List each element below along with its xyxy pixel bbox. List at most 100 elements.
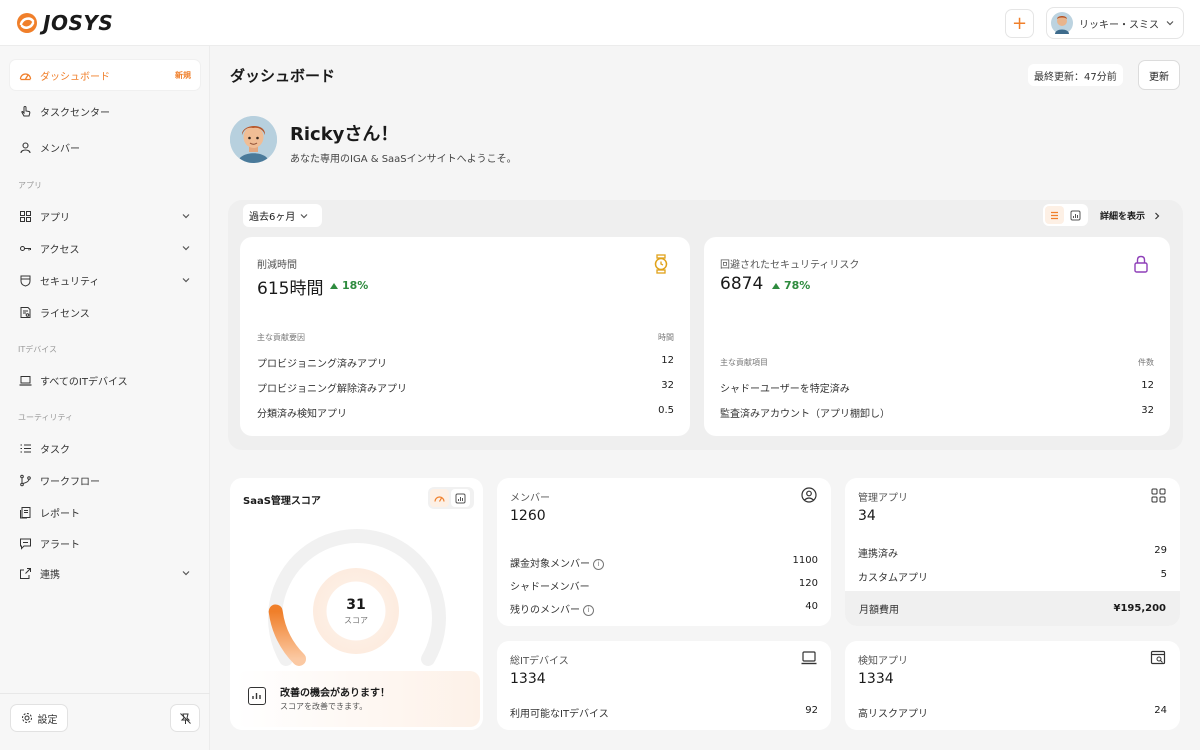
detected-apps-card[interactable]: 検知アプリ 1334 高リスクアプリ 24 (845, 641, 1180, 730)
members-card[interactable]: メンバー 1260 課金対象メンバー i 1100 シャドーメンバー 120 残り… (497, 478, 831, 626)
info-icon[interactable]: i (593, 558, 604, 570)
period-value: 過去6ヶ月 (249, 212, 296, 223)
key-icon (20, 245, 31, 251)
column-header: 時間 (658, 333, 674, 342)
time-saved-delta: 18% (330, 279, 368, 292)
column-header: 件数 (1138, 358, 1154, 367)
chevron-down-icon (300, 213, 308, 218)
card-label: 検知アプリ (858, 656, 908, 667)
row-label: シャドーユーザーを特定済み (720, 384, 850, 395)
sidebar-item-label: アクセス (40, 244, 80, 256)
row-value: 1100 (792, 555, 818, 566)
improvement-banner[interactable]: 改善の機会があります！ スコアを改善できます。 (236, 671, 480, 727)
sidebar-item-workflow[interactable]: ワークフロー (10, 465, 200, 495)
row-label: カスタムアプリ (858, 573, 928, 584)
score-title: SaaS管理スコア (243, 496, 321, 507)
sidebar-item-report[interactable]: レポート (10, 497, 200, 527)
delta-value: 78% (784, 279, 811, 292)
sidebar-item-tasks[interactable]: タスク (10, 433, 200, 463)
sidebar-item-license[interactable]: ライセンス (10, 297, 200, 327)
sidebar-item-label: レポート (40, 508, 80, 520)
column-header: 主な貢献要因 (257, 333, 305, 342)
table-header: 主な貢献項目 件数 (720, 357, 1154, 368)
josys-logo[interactable]: JOSYS (16, 11, 113, 35)
row-value: 24 (1154, 705, 1167, 716)
managed-apps-value: 34 (858, 508, 876, 524)
period-dropdown[interactable]: 過去6ヶ月 (243, 204, 322, 227)
top-bar: JOSYS + リッキー・スミス (0, 0, 1200, 46)
list-item: 監査済みアカウント（アプリ棚卸し） 32 (720, 405, 1154, 420)
greeting-avatar (230, 116, 277, 163)
chart-view-toggle[interactable] (451, 489, 470, 507)
greeting-title: Rickyさん！ (290, 124, 399, 145)
score-view-toggle (428, 487, 474, 509)
monthly-cost-label: 月額費用 (859, 605, 899, 616)
row-label: 監査済みアカウント（アプリ棚卸し） (720, 409, 890, 420)
section-label-apps: アプリ (18, 181, 42, 190)
laptop-icon (19, 375, 32, 386)
list-view-toggle[interactable] (1045, 206, 1064, 224)
list-icon (20, 444, 31, 452)
person-icon (20, 141, 31, 153)
user-name: リッキー・スミス (1079, 19, 1159, 31)
sidebar-item-members[interactable]: メンバー (10, 132, 200, 162)
row-label: 分類済み検知アプリ (257, 409, 347, 420)
column-header: 主な貢献項目 (720, 358, 768, 367)
grid-icon (20, 210, 31, 222)
user-menu-button[interactable]: リッキー・スミス (1046, 7, 1184, 39)
row-value: 12 (661, 355, 674, 366)
row-label: 連携済み (858, 549, 898, 560)
list-item: シャドーユーザーを特定済み 12 (720, 380, 1154, 395)
score-label: スコア (344, 615, 368, 625)
settings-button[interactable]: 設定 (10, 704, 68, 732)
show-details-link[interactable]: 詳細を表示 (1100, 209, 1161, 222)
grid-icon (1151, 488, 1166, 503)
add-button[interactable]: + (1005, 9, 1034, 38)
sidebar-item-integration[interactable]: 連携 (10, 558, 200, 588)
sidebar-item-label: タスクセンター (40, 107, 110, 119)
sidebar-item-apps[interactable]: アプリ (10, 201, 200, 231)
gauge-view-toggle[interactable] (430, 489, 449, 507)
sidebar-item-label: タスク (40, 444, 70, 456)
row-label: 残りのメンバー (510, 605, 580, 616)
sidebar-item-label: アラート (40, 539, 80, 551)
sidebar-item-alert[interactable]: アラート (10, 528, 200, 558)
sidebar-item-all-devices[interactable]: すべてのITデバイス (10, 365, 200, 395)
row-value: 29 (1154, 545, 1167, 556)
row-label: プロビジョニング済みアプリ (257, 359, 387, 370)
sidebar-item-label: 連携 (40, 569, 60, 581)
sidebar-item-task-center[interactable]: タスクセンター (10, 96, 200, 126)
sidebar-footer: 設定 (0, 693, 210, 750)
devices-value: 1334 (510, 671, 546, 687)
row-label: 課金対象メンバー (510, 559, 590, 570)
improvement-title: 改善の機会があります！ (280, 688, 390, 699)
row-value: 0.5 (658, 405, 674, 416)
card-label: 回避されたセキュリティリスク (720, 260, 860, 271)
up-triangle-icon (772, 282, 780, 289)
detected-apps-value: 1334 (858, 671, 894, 687)
chevron-down-icon (182, 571, 190, 576)
members-value: 1260 (510, 508, 546, 524)
sidebar-item-access[interactable]: アクセス (10, 233, 200, 263)
monthly-cost-row: 月額費用 ¥195,200 (845, 591, 1180, 626)
monthly-cost-value: ¥195,200 (1113, 603, 1166, 614)
gauge-center: 31 スコア (313, 568, 399, 654)
chart-view-toggle[interactable] (1066, 206, 1085, 224)
list-item: 分類済み検知アプリ 0.5 (257, 405, 674, 420)
sidebar-item-dashboard[interactable]: ダッシュボード 新規 (10, 60, 200, 90)
row-label: シャドーメンバー (510, 582, 590, 593)
row-value: 32 (1141, 405, 1154, 416)
row-value: 40 (805, 601, 818, 612)
shield-icon (20, 275, 31, 287)
row-label: 高リスクアプリ (858, 709, 928, 720)
integration-icon (20, 567, 31, 579)
it-devices-card[interactable]: 総ITデバイス 1334 利用可能なITデバイス 92 (497, 641, 831, 730)
info-icon[interactable]: i (583, 604, 594, 616)
row-label: 利用可能なITデバイス (510, 709, 609, 720)
gear-icon (21, 713, 32, 723)
refresh-button[interactable]: 更新 (1138, 60, 1180, 90)
laptop-icon (801, 651, 817, 665)
sidebar-item-label: ライセンス (40, 308, 90, 320)
pin-toggle-button[interactable] (170, 704, 200, 732)
sidebar-item-security[interactable]: セキュリティ (10, 265, 200, 295)
